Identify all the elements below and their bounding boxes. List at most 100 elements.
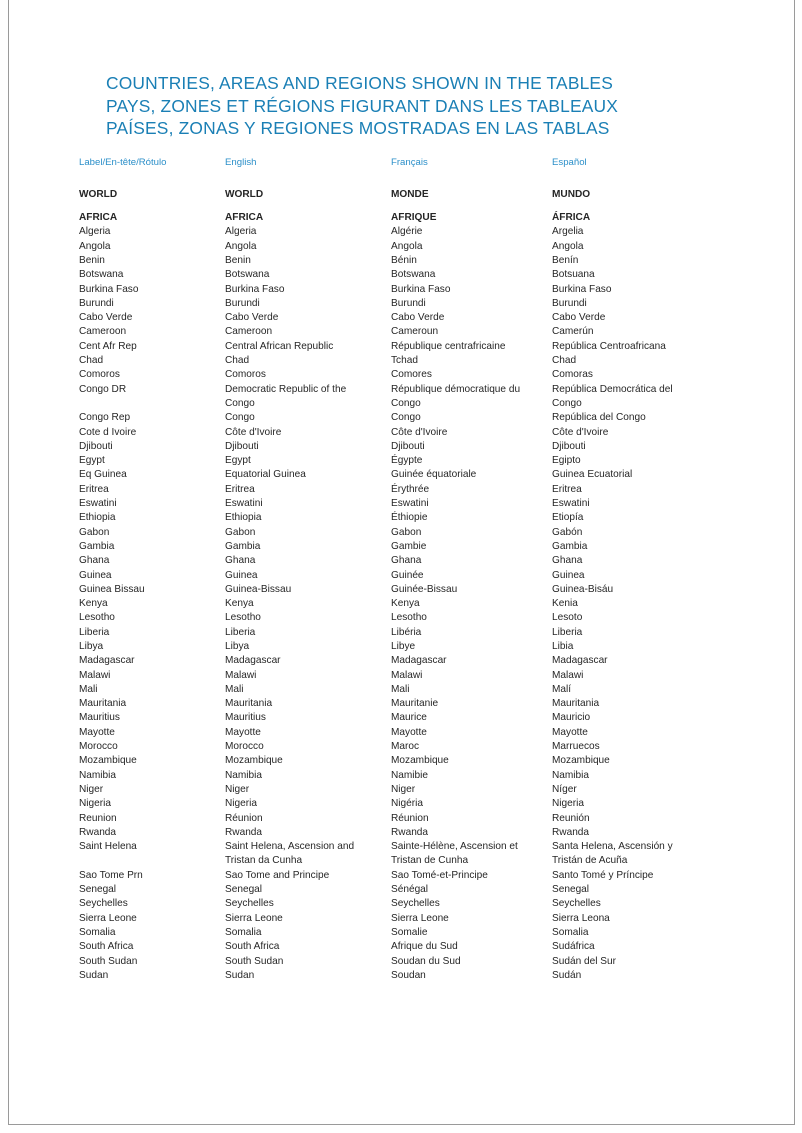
cell-line: Namibia	[552, 769, 590, 781]
cell-line: Marruecos	[552, 741, 600, 753]
cell-line: AFRICA	[79, 212, 118, 224]
cell-line: WORLD	[225, 188, 264, 200]
cell-line: Côte d'Ivoire	[391, 426, 448, 438]
cell-line: Ethiopia	[225, 512, 262, 524]
cell-line: Éthiopie	[391, 512, 428, 524]
cell-english: Angola	[225, 240, 391, 254]
cell-line: Mozambique	[79, 755, 137, 767]
cell-line: Botswana	[225, 269, 270, 281]
table-row: Algeria Algeria Algérie Argelia	[79, 225, 792, 239]
cell-line: Tristán de Acuña	[552, 855, 628, 867]
cell-francais: Eswatini	[391, 497, 552, 511]
table-row: Congo DR Democratic Republic of the Congo R…	[79, 383, 792, 412]
cell-line: Madagascar	[391, 655, 447, 667]
cell-line: Sudáfrica	[552, 941, 595, 953]
cell-label: Mali	[79, 683, 225, 697]
cell-espanol: Gabón	[552, 526, 752, 540]
cell-line: Ghana	[391, 555, 422, 567]
cell-english: Central African Republic	[225, 340, 391, 354]
table-row: Chad Chad Tchad Chad	[79, 354, 792, 368]
cell-line: Eritrea	[225, 483, 255, 495]
table-row: Congo Rep Congo Congo República del Congo	[79, 411, 792, 425]
cell-line: Seychelles	[552, 898, 601, 910]
cell-line: Benín	[552, 254, 579, 266]
cell-line: Congo	[225, 397, 255, 409]
table-row: Cabo Verde Cabo Verde Cabo Verde Cabo Verde	[79, 311, 792, 325]
cell-label: Chad	[79, 354, 225, 368]
cell-line: Namibie	[391, 769, 429, 781]
cell-label: Benin	[79, 254, 225, 268]
cell-espanol: Libia	[552, 640, 752, 654]
cell-line: Tchad	[391, 355, 418, 367]
cell-francais: Réunion	[391, 812, 552, 826]
cell-english: Niger	[225, 783, 391, 797]
cell-english: Congo	[225, 411, 391, 425]
cell-line: Cameroun	[391, 326, 439, 338]
cell-label: Madagascar	[79, 654, 225, 668]
cell-espanol: Sudán del Sur	[552, 955, 752, 969]
table-row: Saint Helena Saint Helena, Ascension and T…	[79, 840, 792, 869]
table-row: Ghana Ghana Ghana Ghana	[79, 554, 792, 568]
cell-label: WORLD	[79, 188, 225, 202]
cell-line: Algérie	[391, 226, 423, 238]
cell-english: Nigeria	[225, 797, 391, 811]
table-row: Guinea Bissau Guinea-Bissau Guinée-Bissau G…	[79, 583, 792, 597]
cell-line: South Sudan	[225, 955, 284, 967]
cell-line: Guinée équatoriale	[391, 469, 477, 481]
cell-label: AFRICA	[79, 211, 225, 225]
cell-english: Equatorial Guinea	[225, 468, 391, 482]
cell-francais: Seychelles	[391, 897, 552, 911]
table-row: Nigeria Nigeria Nigéria Nigeria	[79, 797, 792, 811]
cell-line: Senegal	[79, 884, 117, 896]
cell-line: Cameroon	[79, 326, 127, 338]
cell-espanol: Benín	[552, 254, 752, 268]
cell-english: Mozambique	[225, 754, 391, 768]
cell-francais: Malawi	[391, 669, 552, 683]
cell-espanol: Mozambique	[552, 754, 752, 768]
cell-line: Rwanda	[391, 826, 429, 838]
cell-francais: Namibie	[391, 769, 552, 783]
table-row: Botswana Botswana Botswana Botsuana	[79, 268, 792, 282]
cell-line: Ghana	[552, 555, 583, 567]
table-row: Sierra Leone Sierra Leone Sierra Leone Sier…	[79, 912, 792, 926]
cell-line: Niger	[391, 783, 416, 795]
cell-francais: Rwanda	[391, 826, 552, 840]
cell-espanol: Kenia	[552, 597, 752, 611]
cell-label: Sudan	[79, 969, 225, 983]
cell-english: Burundi	[225, 297, 391, 311]
cell-line: Libéria	[391, 626, 422, 638]
cell-line: Sao Tome and Principe	[225, 869, 330, 881]
cell-line: Côte d'Ivoire	[552, 426, 609, 438]
column-header-english: English	[225, 156, 257, 168]
cell-label: Niger	[79, 783, 225, 797]
cell-line: Mali	[391, 683, 410, 695]
cell-espanol: Mauricio	[552, 711, 752, 725]
cell-english: Eritrea	[225, 483, 391, 497]
cell-line: MONDE	[391, 188, 429, 200]
table-header-row: Label/En-tête/Rótulo English Français Es…	[79, 156, 792, 169]
cell-francais: Soudan	[391, 969, 552, 983]
table-row: Mali Mali Mali Malí	[79, 683, 792, 697]
cell-line: Mayotte	[552, 726, 588, 738]
cell-english: Saint Helena, Ascension and Tristan da Cu…	[225, 840, 391, 869]
cell-francais: Guinée	[391, 569, 552, 583]
cell-line: Congo	[225, 412, 255, 424]
cell-label: Eritrea	[79, 483, 225, 497]
cell-label: Reunion	[79, 812, 225, 826]
cell-line: Congo	[391, 397, 421, 409]
cell-english: Democratic Republic of the Congo	[225, 383, 391, 412]
cell-line: Soudan du Sud	[391, 955, 461, 967]
table-row: Senegal Senegal Sénégal Senegal	[79, 883, 792, 897]
cell-line: Central African Republic	[225, 340, 334, 352]
cell-label: Kenya	[79, 597, 225, 611]
cell-line: Botswana	[79, 269, 124, 281]
cell-english: Comoros	[225, 368, 391, 382]
cell-line: Mali	[225, 683, 244, 695]
table-row: Cameroon Cameroon Cameroun Camerún	[79, 325, 792, 339]
cell-english: Burkina Faso	[225, 283, 391, 297]
cell-line: Kenya	[225, 598, 254, 610]
cell-espanol: Eritrea	[552, 483, 752, 497]
cell-espanol: Guinea-Bisáu	[552, 583, 752, 597]
cell-english: Kenya	[225, 597, 391, 611]
cell-line: Saint Helena	[79, 841, 137, 853]
